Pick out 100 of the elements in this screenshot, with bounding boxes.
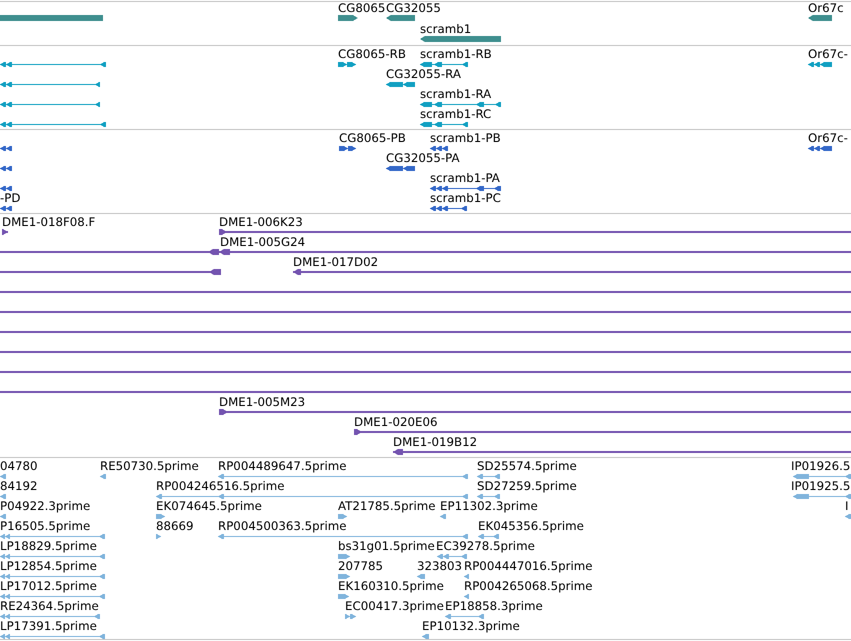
protein-feature[interactable] xyxy=(0,186,12,190)
feature-label: AT21785.5prime xyxy=(338,500,436,513)
est-feature[interactable] xyxy=(478,534,499,538)
transcript-feature[interactable] xyxy=(420,122,468,126)
feature-label: scramb1-PB xyxy=(430,132,501,145)
protein-feature[interactable] xyxy=(0,206,12,210)
est-feature[interactable] xyxy=(477,474,500,478)
est-feature[interactable] xyxy=(218,534,468,538)
feature-label: scramb1-RC xyxy=(420,108,492,121)
est-feature[interactable] xyxy=(156,494,468,498)
protein-feature[interactable] xyxy=(430,186,501,190)
est-feature[interactable] xyxy=(793,494,851,498)
clone-feature[interactable] xyxy=(0,249,851,255)
gene-feature[interactable] xyxy=(420,36,501,42)
feature-label: -PD xyxy=(0,192,20,205)
feature-label: LP17012.5prime xyxy=(0,580,97,593)
feature-label: RE24364.5prime xyxy=(0,600,99,613)
feature-label: DME1-018F08.F xyxy=(2,216,96,229)
est-feature[interactable] xyxy=(338,514,347,518)
clone-feature[interactable] xyxy=(2,229,8,235)
feature-label: LP17391.5prime xyxy=(0,620,97,633)
est-feature[interactable] xyxy=(437,554,467,558)
feature-label: RP004447016.5prime xyxy=(464,560,592,573)
est-feature[interactable] xyxy=(477,494,500,498)
transcript-feature[interactable] xyxy=(808,62,832,66)
est-feature[interactable] xyxy=(0,554,105,558)
feature-label: SD27259.5prime xyxy=(477,480,577,493)
feature-label: scramb1-RA xyxy=(420,88,492,101)
feature-label: CG32055-RA xyxy=(386,68,461,81)
est-feature[interactable] xyxy=(0,614,100,618)
feature-label: Or67c- xyxy=(808,48,848,61)
transcript-feature[interactable] xyxy=(0,82,100,86)
est-feature[interactable] xyxy=(464,574,469,578)
feature-label: EK160310.5prime xyxy=(338,580,444,593)
gene-feature[interactable] xyxy=(338,15,358,21)
protein-feature[interactable] xyxy=(386,166,415,170)
est-feature[interactable] xyxy=(100,474,106,478)
transcript-feature[interactable] xyxy=(338,62,356,66)
protein-feature[interactable] xyxy=(808,146,832,150)
est-feature[interactable] xyxy=(793,474,851,478)
est-feature[interactable] xyxy=(0,474,6,478)
transcript-feature[interactable] xyxy=(386,82,415,86)
est-feature[interactable] xyxy=(156,534,161,538)
est-feature[interactable] xyxy=(345,614,356,618)
feature-label: scramb1-PC xyxy=(430,192,501,205)
est-feature[interactable] xyxy=(0,534,105,538)
protein-feature[interactable] xyxy=(0,146,12,150)
feature-label: DME1-006K23 xyxy=(219,216,303,229)
est-feature[interactable] xyxy=(338,594,349,598)
feature-label: Or67c- xyxy=(808,132,848,145)
feature-label: RP004489647.5prime xyxy=(218,460,346,473)
clone-feature[interactable] xyxy=(393,449,851,455)
est-feature[interactable] xyxy=(445,614,484,618)
est-feature[interactable] xyxy=(417,574,425,578)
transcript-feature[interactable] xyxy=(0,62,106,66)
feature-label: 323803 xyxy=(417,560,462,573)
feature-label: EP10132.3prime xyxy=(422,620,520,633)
feature-label: I xyxy=(845,500,848,513)
est-feature[interactable] xyxy=(218,474,468,478)
transcript-feature[interactable] xyxy=(0,122,106,126)
gene-feature[interactable] xyxy=(386,15,415,21)
clone-feature[interactable] xyxy=(293,269,851,275)
est-feature[interactable] xyxy=(338,554,350,558)
clone-feature[interactable] xyxy=(219,229,851,235)
est-feature[interactable] xyxy=(0,494,6,498)
protein-feature[interactable] xyxy=(339,146,356,150)
feature-label: RP004265068.5prime xyxy=(464,580,592,593)
feature-label: IP01926.5 xyxy=(791,460,850,473)
feature-label: CG32055 xyxy=(386,2,441,15)
est-feature[interactable] xyxy=(440,514,446,518)
est-feature[interactable] xyxy=(0,514,6,518)
protein-feature[interactable] xyxy=(0,166,12,170)
est-feature[interactable] xyxy=(464,594,469,598)
feature-label: DME1-005M23 xyxy=(219,396,306,409)
est-feature[interactable] xyxy=(0,634,105,638)
protein-feature[interactable] xyxy=(430,146,448,150)
protein-feature[interactable] xyxy=(430,206,467,210)
est-feature[interactable] xyxy=(0,574,105,578)
est-feature[interactable] xyxy=(338,574,350,578)
clone-feature[interactable] xyxy=(219,409,851,415)
feature-label: 84192 xyxy=(0,480,38,493)
feature-label: scramb1 xyxy=(420,23,472,36)
transcript-feature[interactable] xyxy=(420,102,501,106)
feature-label: CG8065-PB xyxy=(339,132,406,145)
feature-label: IP01925.5 xyxy=(791,480,850,493)
feature-label: LP18829.5prime xyxy=(0,540,97,553)
est-feature[interactable] xyxy=(422,634,429,638)
feature-label: 207785 xyxy=(338,560,384,573)
est-feature[interactable] xyxy=(156,514,165,518)
feature-label: 04780 xyxy=(0,460,38,473)
feature-label: scramb1-PA xyxy=(430,172,500,185)
transcript-feature[interactable] xyxy=(420,62,468,66)
est-feature[interactable] xyxy=(845,514,851,518)
transcript-feature[interactable] xyxy=(0,102,100,106)
est-feature[interactable] xyxy=(0,594,105,598)
feature-label: bs31g01.5prime xyxy=(338,540,435,553)
feature-label: CG32055-PA xyxy=(386,152,460,165)
clone-feature[interactable] xyxy=(0,269,221,275)
clone-feature[interactable] xyxy=(354,429,851,435)
gene-feature[interactable] xyxy=(808,15,832,21)
